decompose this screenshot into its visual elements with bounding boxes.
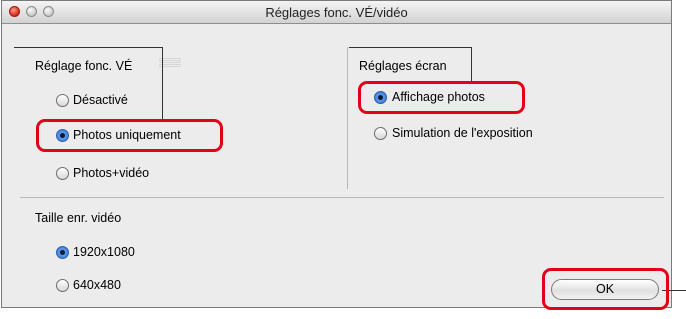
dialog-window: Réglages fonc. VÉ/vidéo Réglage fonc. VÉ…: [1, 0, 686, 308]
radio-disabled[interactable]: [56, 94, 69, 107]
title-bar[interactable]: Réglages fonc. VÉ/vidéo: [2, 1, 671, 24]
callout-line: [349, 47, 472, 48]
window-title: Réglages fonc. VÉ/vidéo: [265, 5, 408, 20]
radio-photos-video[interactable]: [56, 167, 69, 180]
horizontal-separator: [20, 197, 664, 198]
highlight-photos-only: [36, 119, 223, 152]
radio-640x480-label[interactable]: 640x480: [73, 278, 121, 292]
radio-exposure-simulation[interactable]: [374, 127, 387, 140]
highlight-display-photos: [358, 81, 525, 114]
video-size-group-heading: Taille enr. vidéo: [35, 211, 122, 225]
radio-disabled-label[interactable]: Désactivé: [73, 93, 128, 107]
radio-1920x1080[interactable]: [56, 246, 69, 259]
callout-line: [14, 47, 163, 48]
callout-line: [471, 47, 472, 84]
highlight-ok-button: [542, 268, 669, 310]
callout-line: [162, 47, 163, 120]
radio-exposure-simulation-label[interactable]: Simulation de l'exposition: [392, 126, 533, 140]
radio-photos-video-label[interactable]: Photos+vidéo: [73, 166, 149, 180]
vertical-separator: [347, 47, 348, 189]
radio-640x480[interactable]: [56, 279, 69, 292]
radio-1920x1080-label[interactable]: 1920x1080: [73, 245, 135, 259]
live-view-group-heading: Réglage fonc. VÉ: [35, 59, 133, 73]
screen-group-heading: Réglages écran: [359, 59, 447, 73]
